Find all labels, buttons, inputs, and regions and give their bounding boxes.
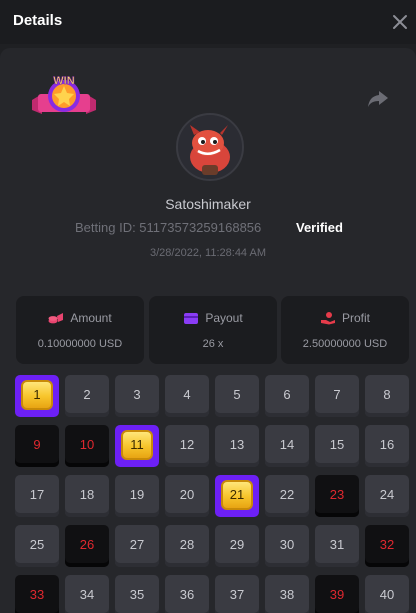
amount-card: Amount 0.10000000 USD [16,296,144,364]
keno-tile[interactable]: 18 [65,475,109,517]
keno-tile[interactable]: 21 [215,475,259,517]
keno-tile[interactable]: 7 [315,375,359,417]
keno-tile[interactable]: 5 [215,375,259,417]
payout-label: Payout [205,310,243,325]
keno-tile[interactable]: 11 [115,425,159,467]
keno-tile[interactable]: 40 [365,575,409,613]
amount-value: 0.10000000 USD [37,338,123,350]
keno-tile[interactable]: 34 [65,575,109,613]
keno-tile[interactable]: 32 [365,525,409,567]
betting-id: Betting ID: 51173573259168856 [75,220,262,235]
keno-tile[interactable]: 28 [165,525,209,567]
modal-header: Details [0,0,416,44]
keno-tile[interactable]: 1 [15,375,59,417]
verified-label: Verified [296,220,343,235]
keno-tile[interactable]: 2 [65,375,109,417]
betting-id-row: Betting ID: 51173573259168856 Verified [0,220,416,238]
keno-tile[interactable]: 12 [165,425,209,467]
keno-tile[interactable]: 17 [15,475,59,517]
keno-tile[interactable]: 26 [65,525,109,567]
profit-card: Profit 2.50000000 USD [281,296,409,364]
keno-tile[interactable]: 16 [365,425,409,467]
avatar [176,113,244,181]
gem-icon: 21 [221,480,253,510]
payout-value: 26 x [202,338,224,350]
keno-tile[interactable]: 33 [15,575,59,613]
keno-tile[interactable]: 25 [15,525,59,567]
gem-icon: 11 [121,430,153,460]
keno-tile[interactable]: 27 [115,525,159,567]
gem-icon: 1 [21,380,53,410]
keno-tile[interactable]: 36 [165,575,209,613]
close-icon [393,15,407,29]
win-badge-text: WIN [53,75,74,87]
wallet-icon [184,312,199,324]
share-icon[interactable] [366,88,390,110]
win-badge-icon: WIN [32,75,96,114]
keno-tile[interactable]: 30 [265,525,309,567]
keno-tile[interactable]: 38 [265,575,309,613]
keno-board: 1 2 3 4 5 6 7 8 9 10 11 12 13 14 15 16 17 18 19 20 21 22 23 24 2… [15,375,409,613]
profit-value: 2.50000000 USD [302,338,388,350]
coins-icon [48,312,64,324]
keno-tile[interactable]: 15 [315,425,359,467]
dragon-avatar-icon [178,115,242,179]
keno-tile[interactable]: 4 [165,375,209,417]
modal-title: Details [13,12,63,29]
keno-tile[interactable]: 19 [115,475,159,517]
keno-tile[interactable]: 3 [115,375,159,417]
keno-tile[interactable]: 39 [315,575,359,613]
amount-label: Amount [70,310,112,325]
keno-tile[interactable]: 22 [265,475,309,517]
keno-tile[interactable]: 8 [365,375,409,417]
keno-tile[interactable]: 24 [365,475,409,517]
hand-coins-icon [320,311,335,325]
payout-card: Payout 26 x [149,296,277,364]
keno-tile[interactable]: 9 [15,425,59,467]
username: Satoshimaker [165,196,251,212]
keno-tile[interactable]: 10 [65,425,109,467]
keno-tile[interactable]: 6 [265,375,309,417]
keno-tile[interactable]: 31 [315,525,359,567]
keno-tile[interactable]: 29 [215,525,259,567]
keno-tile[interactable]: 23 [315,475,359,517]
keno-tile[interactable]: 13 [215,425,259,467]
keno-tile[interactable]: 14 [265,425,309,467]
bet-datetime: 3/28/2022, 11:28:44 AM [150,247,266,259]
profit-label: Profit [341,310,370,325]
keno-tile[interactable]: 37 [215,575,259,613]
close-button[interactable] [390,12,410,32]
keno-tile[interactable]: 35 [115,575,159,613]
keno-tile[interactable]: 20 [165,475,209,517]
